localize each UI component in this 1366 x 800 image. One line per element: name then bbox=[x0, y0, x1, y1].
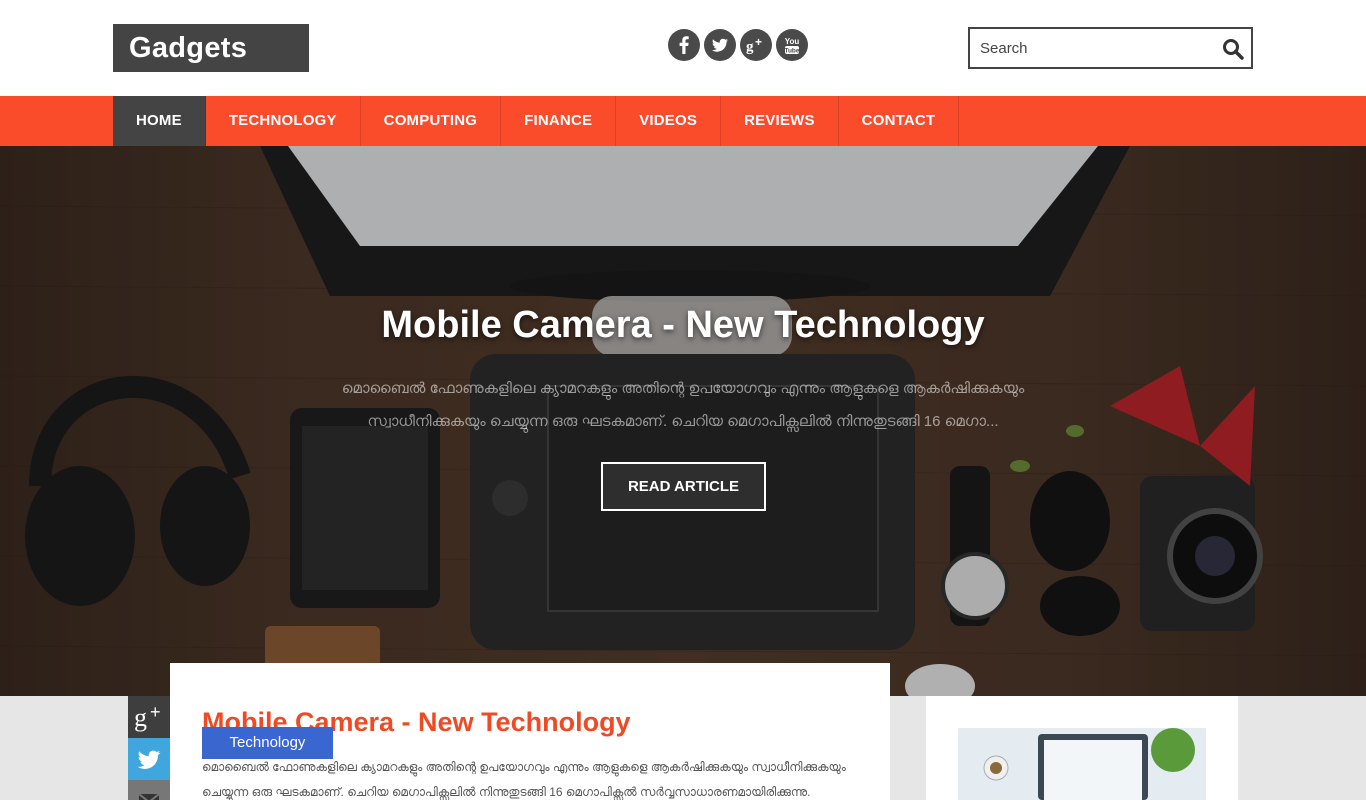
nav-item-reviews[interactable]: REVIEWS bbox=[721, 96, 839, 146]
main-nav: HOME TECHNOLOGY COMPUTING FINANCE VIDEOS… bbox=[0, 96, 1366, 146]
site-header: Gadgets Bits g+ You Tube bbox=[0, 0, 1366, 112]
search-box bbox=[968, 27, 1253, 69]
facebook-icon[interactable] bbox=[668, 29, 700, 61]
svg-text:+: + bbox=[150, 702, 161, 722]
social-links: g + You Tube bbox=[668, 29, 808, 61]
email-share-icon[interactable] bbox=[128, 780, 170, 800]
nav-item-contact[interactable]: CONTACT bbox=[839, 96, 960, 146]
nav-item-technology[interactable]: TECHNOLOGY bbox=[206, 96, 361, 146]
hero-excerpt: മൊബൈൽ ഫോണുകളിലെ ക്യാമറകളും അതിന്റെ ഉപയോഗ… bbox=[341, 380, 1025, 430]
search-icon[interactable] bbox=[1221, 37, 1245, 61]
svg-text:You: You bbox=[785, 37, 800, 46]
nav-item-finance[interactable]: FINANCE bbox=[501, 96, 617, 146]
nav-item-home[interactable]: HOME bbox=[113, 96, 206, 146]
youtube-icon[interactable]: You Tube bbox=[776, 29, 808, 61]
nav-item-computing[interactable]: COMPUTING bbox=[361, 96, 502, 146]
sidebar-thumbnail-image[interactable] bbox=[958, 728, 1206, 800]
svg-text:Tube: Tube bbox=[784, 48, 799, 55]
google-plus-icon[interactable]: g + bbox=[740, 29, 772, 61]
sidebar-widget bbox=[926, 696, 1238, 800]
google-plus-share-icon[interactable]: g + bbox=[128, 696, 170, 738]
site-logo[interactable]: Gadgets Bits bbox=[113, 24, 309, 112]
svg-text:g: g bbox=[746, 39, 754, 55]
twitter-icon[interactable] bbox=[704, 29, 736, 61]
hero-title[interactable]: Mobile Camera - New Technology bbox=[0, 304, 1366, 347]
share-bar: g + bbox=[128, 696, 170, 800]
svg-text:+: + bbox=[755, 35, 762, 49]
post-excerpt: മൊബൈൽ ഫോണുകളിലെ ക്യാമറകളും അതിന്റെ ഉപയോഗ… bbox=[202, 760, 846, 799]
twitter-share-icon[interactable] bbox=[128, 738, 170, 780]
search-input[interactable] bbox=[970, 29, 1210, 67]
hero-banner: Mobile Camera - New Technology മൊബൈൽ ഫോണ… bbox=[0, 146, 1366, 696]
read-article-button[interactable]: READ ARTICLE bbox=[601, 462, 766, 511]
post-card: Mobile Camera - New Technology Technolog… bbox=[170, 663, 890, 800]
svg-text:g: g bbox=[134, 703, 147, 732]
nav-item-videos[interactable]: VIDEOS bbox=[616, 96, 722, 146]
